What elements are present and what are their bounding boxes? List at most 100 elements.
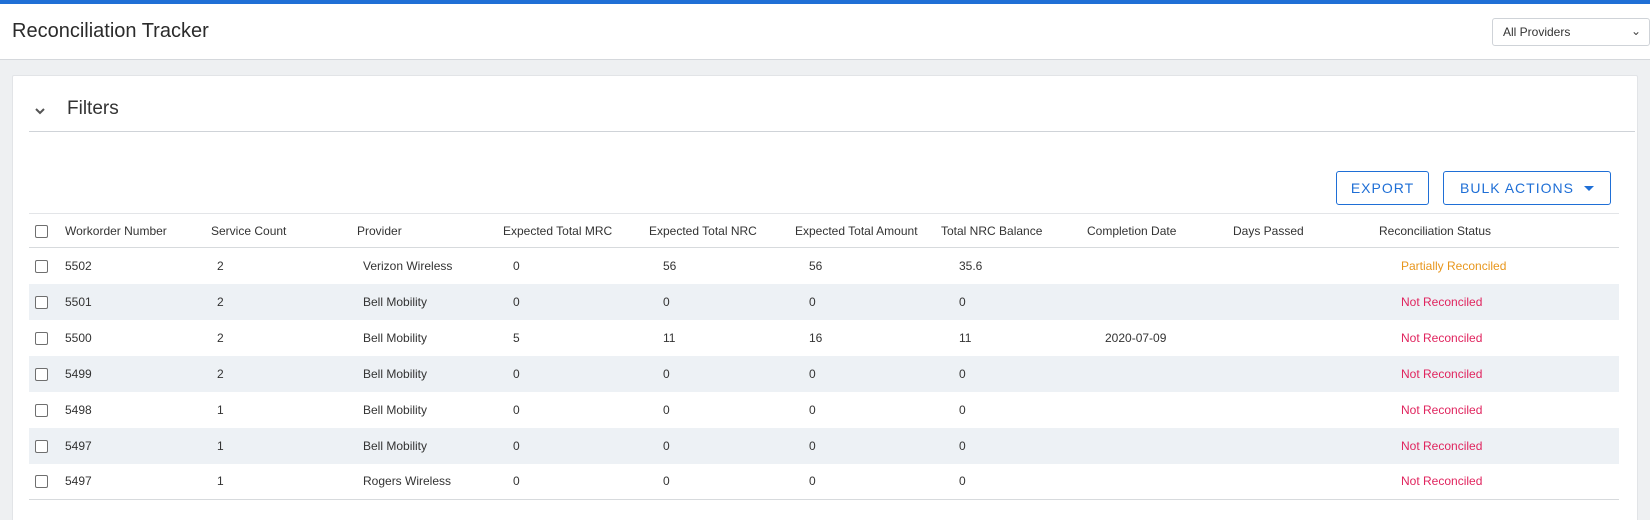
status-badge: Partially Reconciled — [1401, 258, 1507, 273]
column-header-nrc-balance[interactable]: Total NRC Balance — [941, 214, 1087, 248]
cell-service-count: 2 — [217, 294, 224, 309]
table-row[interactable]: 5500 2 Bell Mobility 5 11 16 11 2020-07-… — [29, 320, 1619, 356]
row-checkbox[interactable] — [35, 367, 48, 381]
cell-service-count: 2 — [217, 330, 224, 345]
column-header-expected-nrc[interactable]: Expected Total NRC — [649, 214, 795, 248]
chevron-down-icon — [35, 108, 45, 115]
column-header-days-passed[interactable]: Days Passed — [1233, 214, 1379, 248]
cell-workorder: 5502 — [65, 258, 92, 273]
status-badge: Not Reconciled — [1401, 438, 1483, 453]
cell-expected-mrc: 0 — [513, 402, 520, 417]
table-header-row: Workorder Number Service Count Provider … — [29, 213, 1619, 248]
cell-expected-nrc: 0 — [663, 366, 670, 381]
cell-days-passed — [1233, 356, 1379, 392]
provider-select-value: All Providers — [1503, 25, 1571, 39]
cell-expected-amount: 0 — [809, 402, 816, 417]
cell-days-passed — [1233, 392, 1379, 428]
cell-provider: Bell Mobility — [363, 366, 428, 381]
filters-label: Filters — [67, 98, 119, 119]
cell-expected-nrc: 0 — [663, 294, 670, 309]
cell-completion-date — [1087, 392, 1233, 428]
cell-expected-amount: 16 — [809, 330, 823, 345]
cell-provider: Bell Mobility — [363, 330, 428, 345]
column-header-completion-date[interactable]: Completion Date — [1087, 214, 1233, 248]
table-row[interactable]: 5499 2 Bell Mobility 0 0 0 0 Not Reconci… — [29, 355, 1619, 392]
cell-nrc-balance: 0 — [959, 438, 966, 453]
cell-expected-amount: 0 — [809, 438, 816, 453]
provider-select[interactable]: All Providers ⌄ — [1492, 18, 1650, 46]
export-button-label: EXPORT — [1350, 180, 1415, 196]
cell-provider: Bell Mobility — [363, 294, 428, 309]
cell-provider: Bell Mobility — [363, 402, 428, 417]
tracker-card: Filters EXPORT BULK ACTIONS Workorder Nu… — [12, 75, 1638, 520]
cell-expected-mrc: 0 — [513, 258, 520, 273]
cell-completion-date — [1087, 284, 1233, 320]
cell-completion-date — [1087, 356, 1233, 392]
status-badge: Not Reconciled — [1401, 294, 1483, 309]
table-row[interactable]: 5497 1 Rogers Wireless 0 0 0 0 Not Recon… — [29, 464, 1619, 500]
cell-nrc-balance: 0 — [959, 474, 966, 489]
cell-days-passed — [1233, 428, 1379, 464]
page-header: Reconciliation Tracker All Providers ⌄ — [0, 4, 1650, 60]
column-header-service-count[interactable]: Service Count — [211, 214, 357, 248]
status-badge: Not Reconciled — [1401, 330, 1483, 345]
cell-workorder: 5500 — [65, 330, 92, 345]
cell-expected-mrc: 0 — [513, 294, 520, 309]
cell-nrc-balance: 11 — [959, 330, 972, 345]
status-badge: Not Reconciled — [1401, 402, 1483, 417]
row-checkbox[interactable] — [35, 295, 48, 309]
row-checkbox[interactable] — [35, 403, 48, 417]
column-header-expected-amount[interactable]: Expected Total Amount — [795, 214, 941, 248]
cell-service-count: 1 — [217, 474, 224, 489]
row-checkbox[interactable] — [35, 331, 48, 345]
cell-nrc-balance: 0 — [959, 402, 966, 417]
cell-provider: Rogers Wireless — [363, 474, 452, 489]
row-checkbox[interactable] — [35, 259, 48, 273]
status-badge: Not Reconciled — [1401, 366, 1483, 381]
cell-workorder: 5501 — [65, 294, 92, 309]
cell-expected-amount: 0 — [809, 294, 816, 309]
page-title: Reconciliation Tracker — [12, 20, 209, 42]
table-row[interactable]: 5502 2 Verizon Wireless 0 56 56 35.6 Par… — [29, 248, 1619, 284]
filters-toggle[interactable]: Filters — [29, 98, 1635, 132]
column-header-expected-mrc[interactable]: Expected Total MRC — [503, 214, 649, 248]
cell-service-count: 2 — [217, 258, 224, 273]
cell-days-passed — [1233, 320, 1379, 356]
cell-days-passed — [1233, 464, 1379, 500]
row-checkbox[interactable] — [35, 475, 48, 489]
select-all-checkbox[interactable] — [35, 224, 48, 238]
table-row[interactable]: 5501 2 Bell Mobility 0 0 0 0 Not Reconci… — [29, 283, 1619, 320]
chevron-down-icon: ⌄ — [1630, 24, 1641, 38]
cell-provider: Bell Mobility — [363, 438, 428, 453]
cell-expected-nrc: 0 — [663, 438, 670, 453]
cell-workorder: 5497 — [65, 438, 92, 453]
cell-expected-mrc: 0 — [513, 366, 520, 381]
cell-service-count: 2 — [217, 366, 224, 381]
row-checkbox[interactable] — [35, 439, 48, 453]
cell-workorder: 5497 — [65, 474, 92, 489]
cell-expected-nrc: 0 — [663, 402, 670, 417]
bulk-actions-button[interactable]: BULK ACTIONS — [1443, 171, 1611, 205]
cell-provider: Verizon Wireless — [363, 258, 453, 273]
cell-expected-amount: 56 — [809, 258, 823, 273]
cell-completion-date — [1087, 248, 1233, 284]
table-row[interactable]: 5497 1 Bell Mobility 0 0 0 0 Not Reconci… — [29, 427, 1619, 464]
cell-workorder: 5498 — [65, 402, 92, 417]
column-header-provider[interactable]: Provider — [357, 214, 503, 248]
table-row[interactable]: 5498 1 Bell Mobility 0 0 0 0 Not Reconci… — [29, 392, 1619, 428]
column-header-status[interactable]: Reconciliation Status — [1379, 214, 1619, 248]
cell-expected-mrc: 0 — [513, 438, 520, 453]
status-badge: Not Reconciled — [1401, 474, 1483, 489]
cell-completion-date — [1087, 428, 1233, 464]
cell-expected-nrc: 56 — [663, 258, 677, 273]
cell-expected-mrc: 5 — [513, 330, 520, 345]
cell-expected-mrc: 0 — [513, 474, 520, 489]
reconciliation-table: Workorder Number Service Count Provider … — [29, 213, 1619, 500]
export-button[interactable]: EXPORT — [1336, 171, 1429, 205]
cell-nrc-balance: 0 — [959, 366, 966, 381]
cell-service-count: 1 — [217, 438, 224, 453]
cell-days-passed — [1233, 248, 1379, 284]
column-header-workorder[interactable]: Workorder Number — [65, 214, 211, 248]
cell-completion-date: 2020-07-09 — [1105, 330, 1167, 345]
cell-expected-nrc: 11 — [663, 330, 676, 345]
